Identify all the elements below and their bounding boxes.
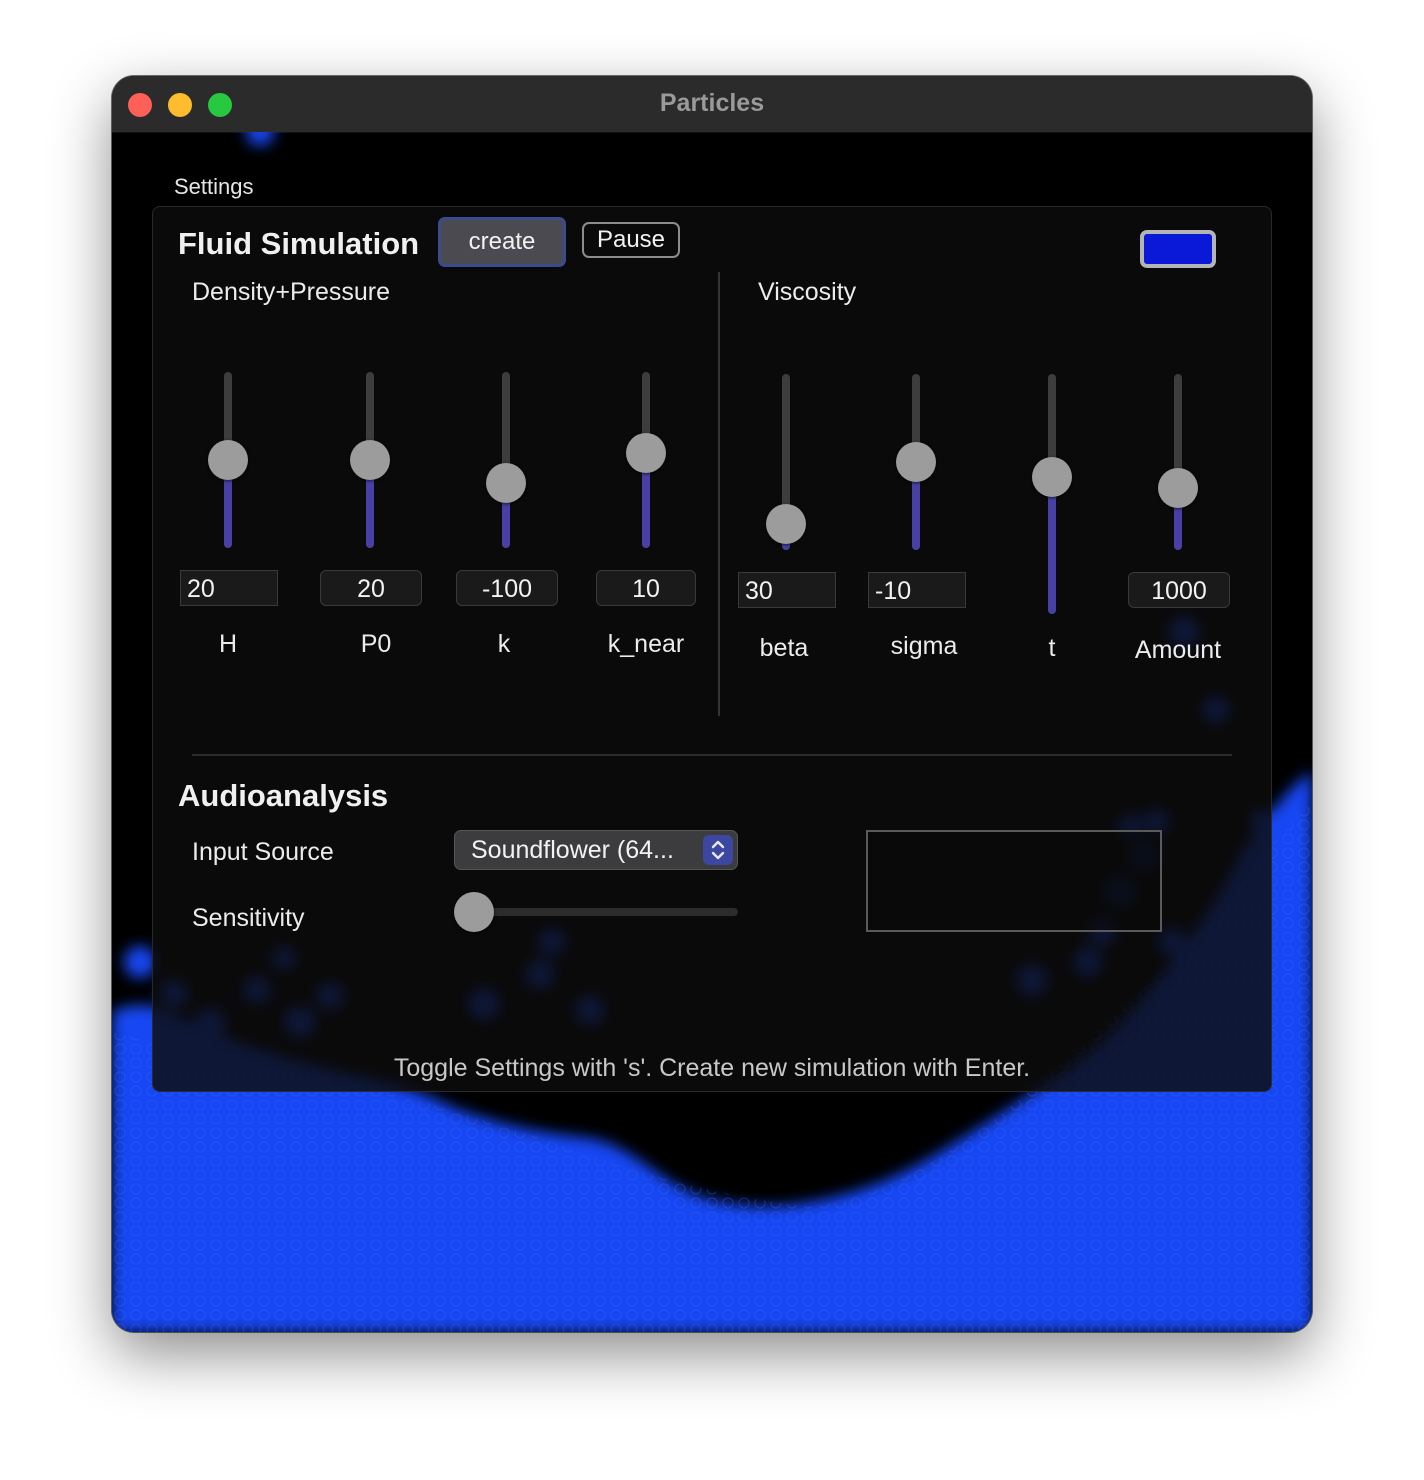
fluid-simulation-heading: Fluid Simulation [178, 226, 420, 261]
sensitivity-slider[interactable] [474, 908, 738, 916]
beta-slider[interactable] [766, 374, 806, 550]
particle-color-well[interactable] [1140, 230, 1216, 268]
sensitivity-slider-knob[interactable] [454, 892, 494, 932]
p0-value-field[interactable]: 20 [320, 570, 422, 606]
h-value-field[interactable]: 20 [180, 570, 278, 606]
input-source-popup[interactable]: Soundflower (64... [454, 830, 738, 870]
t-label: t [1048, 634, 1056, 662]
density-pressure-heading: Density+Pressure [192, 278, 390, 306]
t-slider[interactable] [1032, 374, 1072, 614]
pause-button[interactable]: Pause [582, 222, 680, 258]
t-slider-knob[interactable] [1032, 457, 1072, 498]
section-divider [718, 272, 720, 716]
beta-slider-knob[interactable] [766, 503, 806, 544]
audio-level-display [866, 830, 1162, 932]
amount-label: Amount [1134, 636, 1222, 664]
settings-label: Settings [174, 174, 254, 199]
t-slider-fill [1048, 477, 1056, 614]
k-near-label: k_near [607, 630, 685, 658]
window-title: Particles [659, 89, 765, 117]
beta-label: beta [759, 634, 809, 662]
app-window: Particles Settings Fluid Simulation crea… [112, 76, 1312, 1332]
horizontal-divider [192, 754, 1232, 756]
k-value-field[interactable]: -100 [456, 570, 558, 606]
up-down-chevron-icon [703, 835, 733, 865]
k-label: k [497, 630, 511, 658]
sigma-slider[interactable] [896, 374, 936, 550]
h-slider[interactable] [208, 372, 248, 548]
create-button[interactable]: create [438, 217, 566, 267]
amount-slider[interactable] [1158, 374, 1198, 550]
k-near-value-field[interactable]: 10 [596, 570, 696, 606]
beta-value-field[interactable]: 30 [738, 572, 836, 608]
k-near-slider-knob[interactable] [626, 432, 666, 473]
input-source-value: Soundflower (64... [471, 836, 674, 864]
keyboard-hint: Toggle Settings with 's'. Create new sim… [393, 1054, 1031, 1082]
k-slider[interactable] [486, 372, 526, 548]
h-label: H [218, 630, 238, 658]
p0-label: P0 [360, 630, 392, 658]
sigma-value-field[interactable]: -10 [868, 572, 966, 608]
sigma-slider-knob[interactable] [896, 442, 936, 482]
audioanalysis-heading: Audioanalysis [178, 778, 389, 813]
k-near-slider[interactable] [626, 372, 666, 548]
sigma-label: sigma [890, 632, 958, 660]
k-slider-knob[interactable] [486, 462, 526, 503]
sensitivity-label: Sensitivity [192, 904, 305, 932]
title-bar: Particles [112, 76, 1312, 133]
p0-slider[interactable] [350, 372, 390, 548]
input-source-label: Input Source [192, 838, 334, 866]
p0-slider-knob[interactable] [350, 440, 390, 480]
viscosity-heading: Viscosity [758, 278, 857, 306]
h-slider-knob[interactable] [208, 440, 248, 480]
amount-value-field[interactable]: 1000 [1128, 572, 1230, 608]
